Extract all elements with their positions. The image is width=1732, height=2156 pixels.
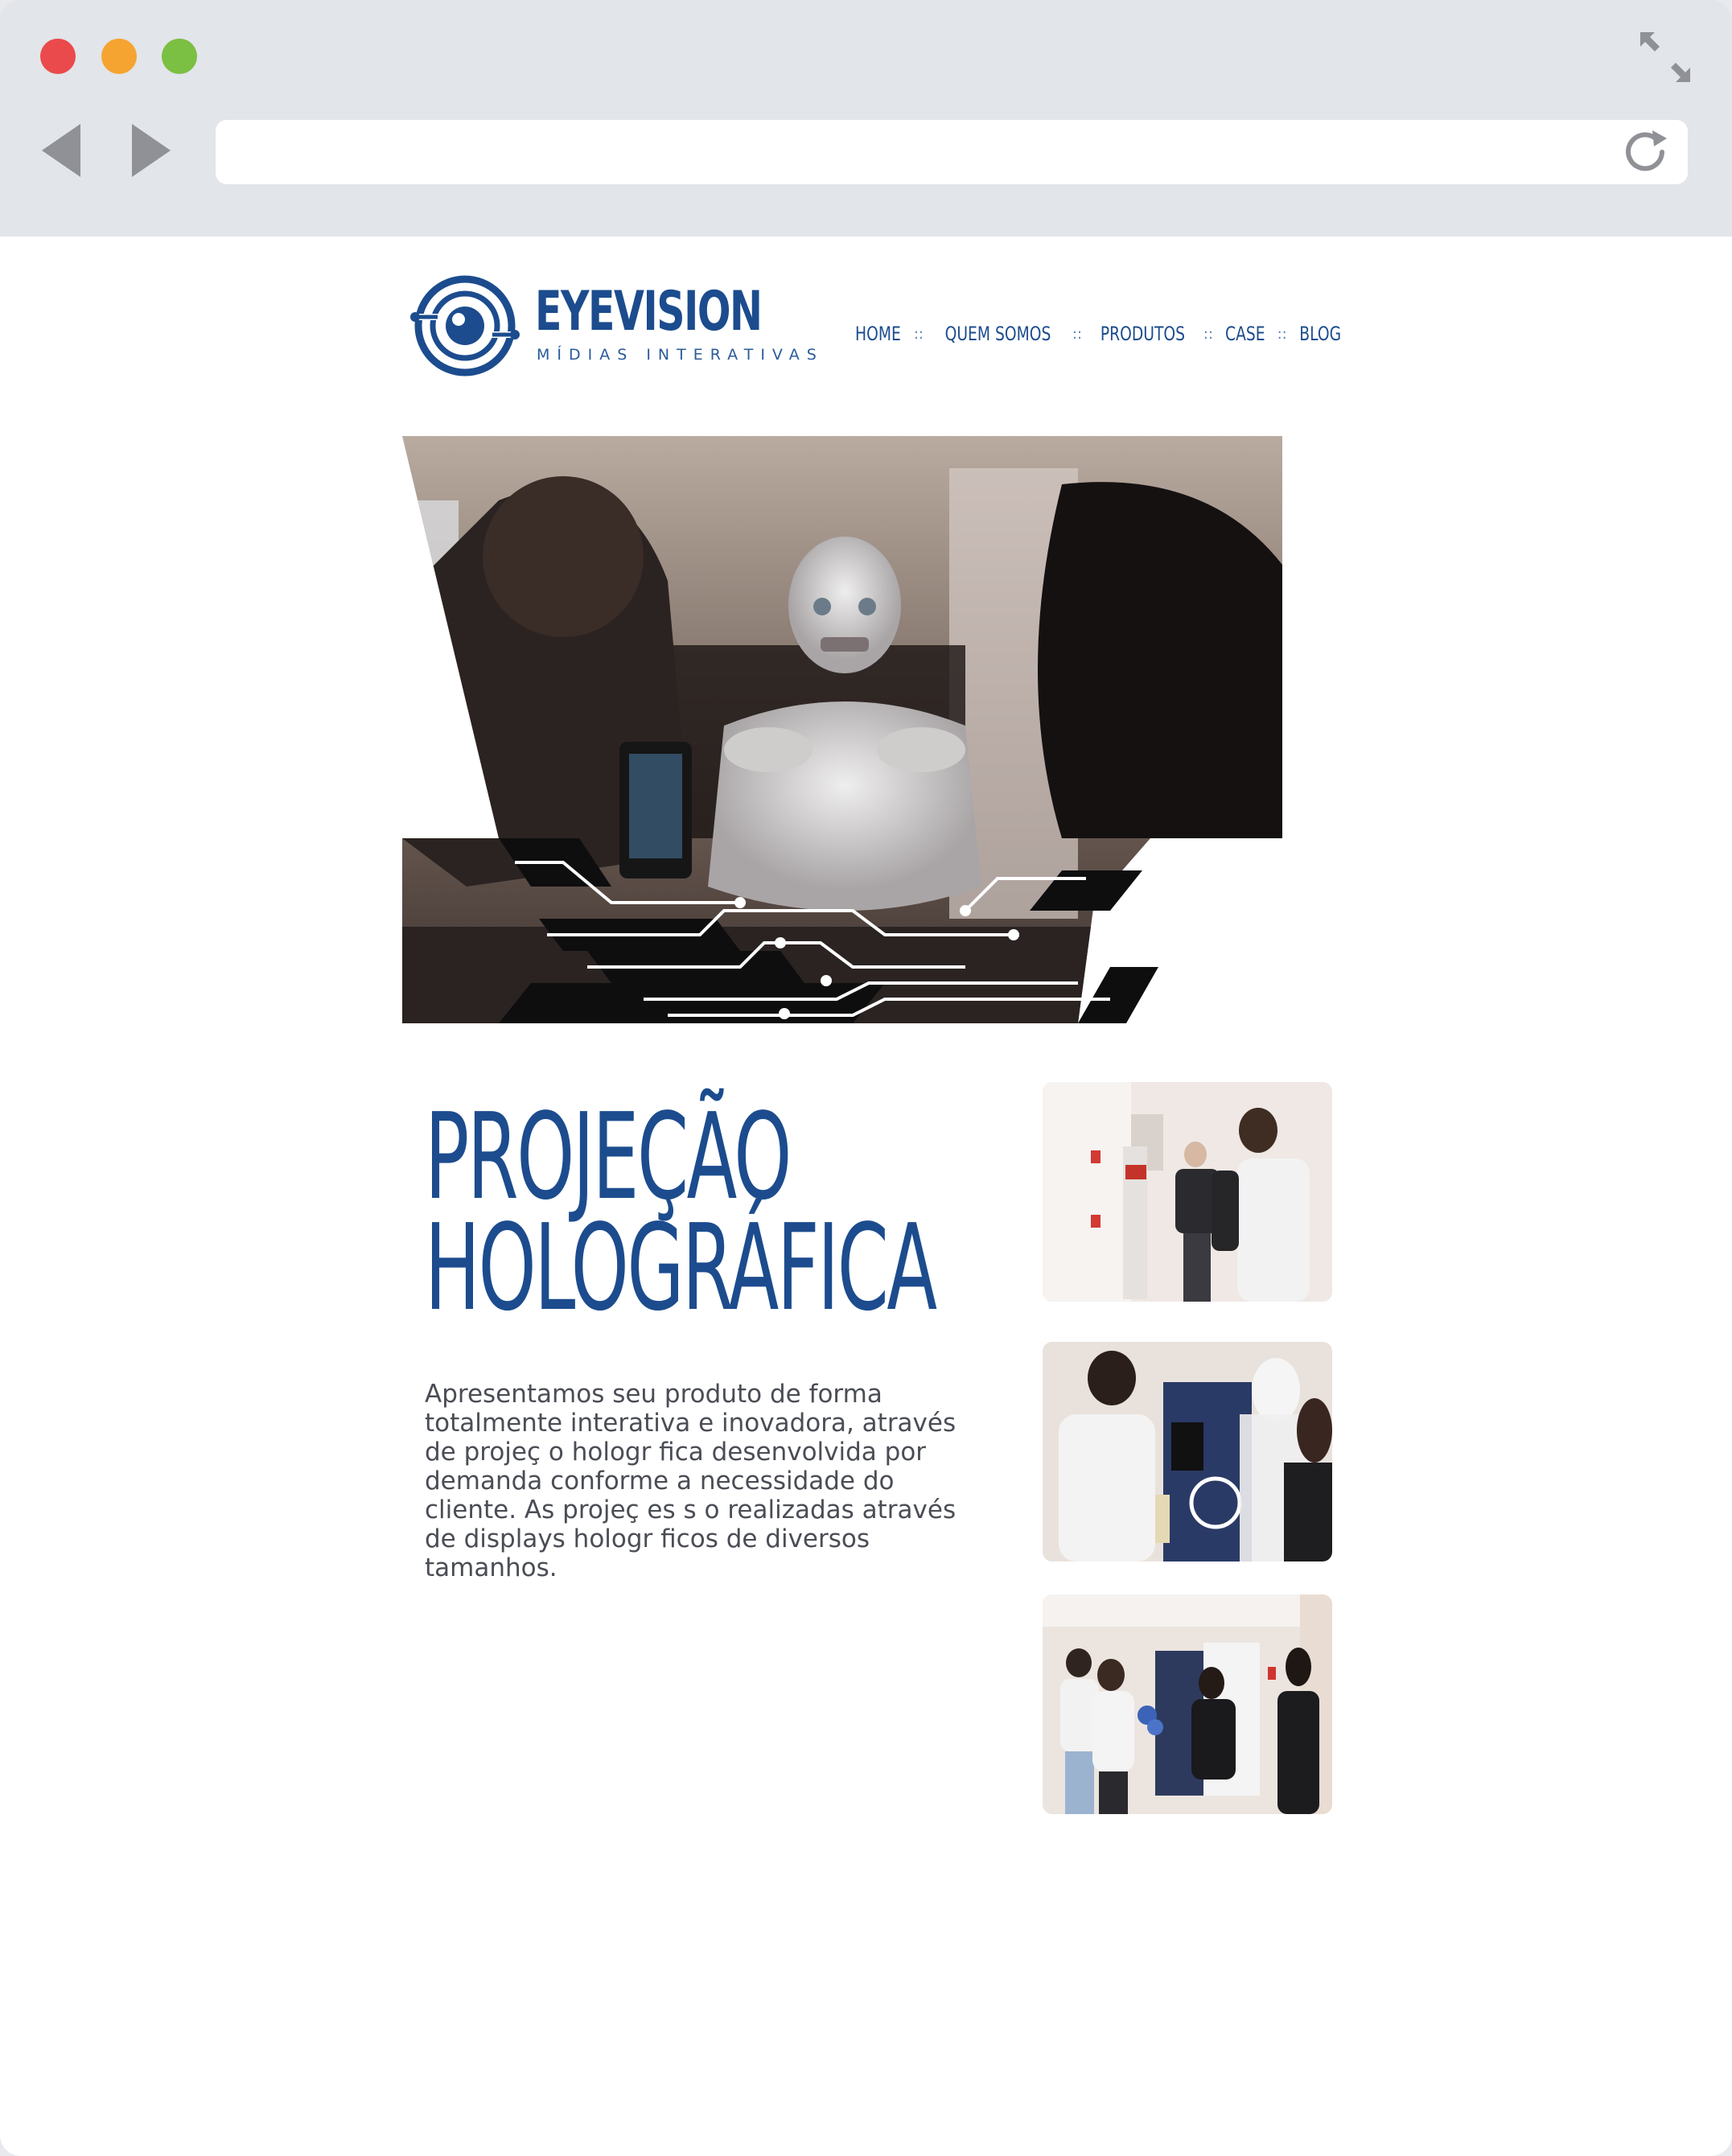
main-nav: HOME :: QUEM SOMOS :: PRODUTOS :: CASE :…: [849, 320, 1347, 348]
fullscreen-icon[interactable]: [1637, 29, 1693, 85]
title-line-2: HOLOGRÁFICA: [425, 1199, 937, 1337]
nav-produtos[interactable]: PRODUTOS: [1100, 323, 1185, 345]
gallery-thumb-1[interactable]: [1043, 1082, 1332, 1302]
description-text: Apresentamos seu produto de forma totalm…: [425, 1380, 957, 1582]
back-arrow-icon[interactable]: [39, 122, 87, 179]
minimize-window-button[interactable]: [101, 39, 137, 74]
nav-separator: ::: [1277, 325, 1287, 343]
nav-case[interactable]: CASE: [1225, 323, 1265, 345]
nav-quem-somos[interactable]: QUEM SOMOS: [945, 323, 1051, 345]
close-window-button[interactable]: [40, 39, 76, 74]
nav-separator: ::: [1203, 325, 1214, 343]
forward-arrow-icon[interactable]: [127, 122, 175, 179]
brand-logo[interactable]: EYEVISION MÍDIAS INTERATIVAS: [410, 274, 817, 378]
brand-tagline: MÍDIAS INTERATIVAS: [537, 346, 824, 364]
event-photo-3: [1043, 1594, 1332, 1814]
hero-robot-image: [402, 436, 1282, 1023]
nav-separator: ::: [1072, 325, 1083, 343]
reload-icon[interactable]: [1620, 127, 1673, 177]
nav-home[interactable]: HOME: [855, 323, 901, 345]
nav-separator: ::: [913, 325, 924, 343]
brand-name: EYEVISION: [535, 280, 763, 344]
eye-logo-icon: [410, 275, 520, 376]
web-page: EYEVISION MÍDIAS INTERATIVAS HOME :: QUE…: [0, 237, 1732, 2156]
event-photo-2: [1043, 1342, 1332, 1561]
page-title: PROJEÇÃO HOLOGRÁFICA: [425, 1088, 937, 1337]
browser-window: EYEVISION MÍDIAS INTERATIVAS HOME :: QUE…: [0, 0, 1732, 2156]
gallery-thumb-3[interactable]: [1043, 1594, 1332, 1814]
nav-blog[interactable]: BLOG: [1299, 323, 1341, 345]
address-bar[interactable]: [216, 120, 1688, 184]
event-photo-1: [1043, 1082, 1332, 1302]
gallery-thumb-2[interactable]: [1043, 1342, 1332, 1561]
zoom-window-button[interactable]: [162, 39, 197, 74]
browser-chrome: [0, 0, 1732, 237]
title-line-1: PROJEÇÃO: [425, 1088, 792, 1226]
